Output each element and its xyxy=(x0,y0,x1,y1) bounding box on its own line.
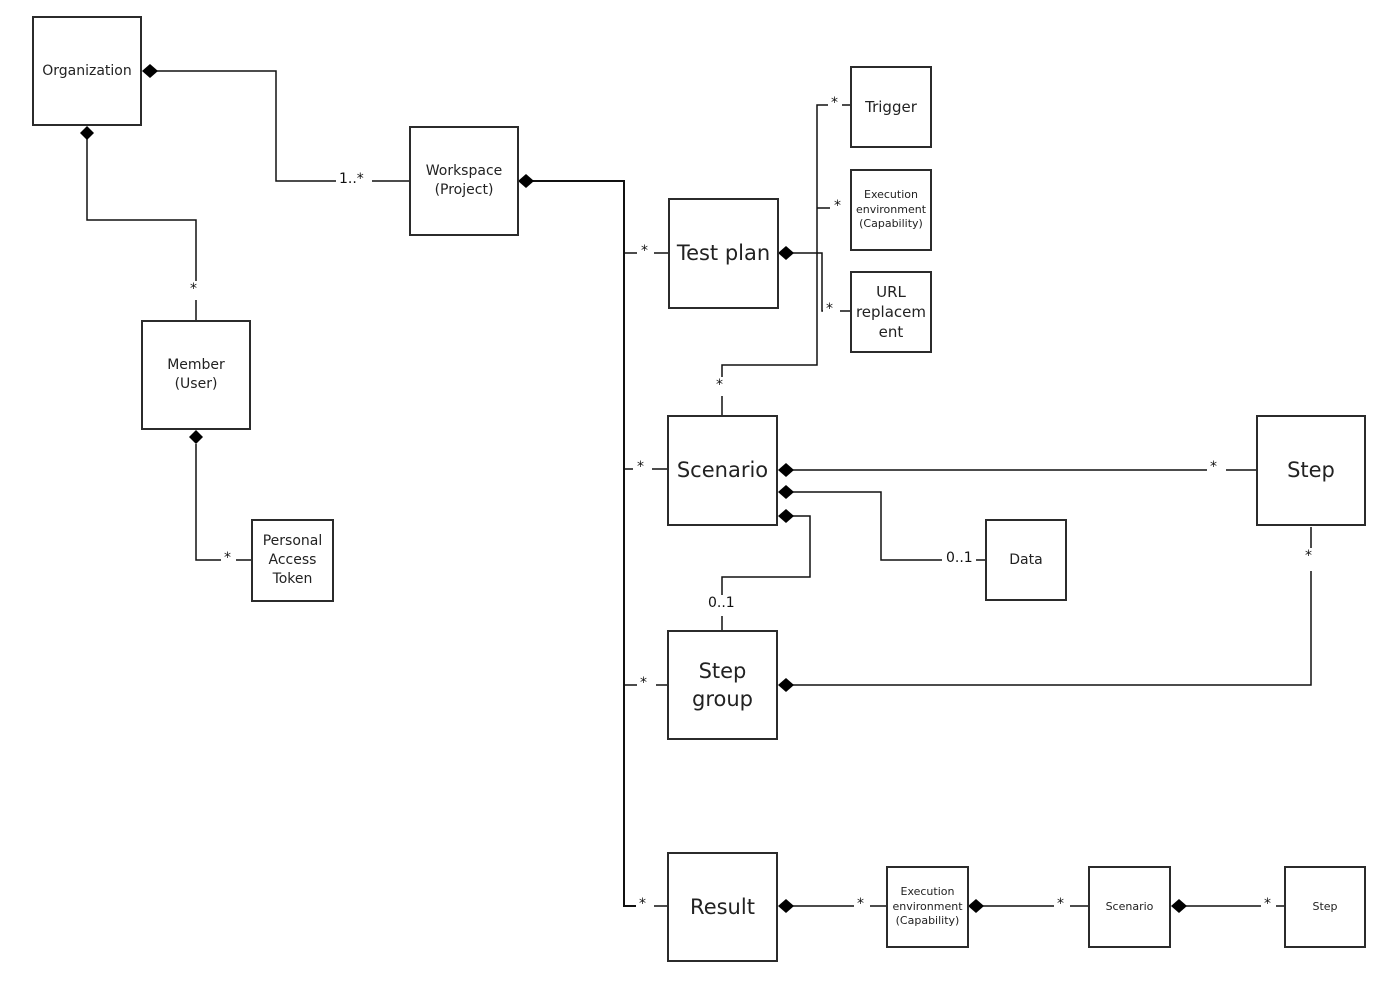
multiplicity-execenv-scenario: * xyxy=(1054,896,1067,912)
entity-test-plan[interactable]: Test plan xyxy=(668,198,779,309)
multiplicity-ws-testplan: * xyxy=(638,243,651,259)
connector-member-pat xyxy=(195,444,222,561)
entity-data[interactable]: Data xyxy=(985,519,1067,601)
multiplicity-scenario-stepgroup: 0..1 xyxy=(705,595,738,611)
composition-diamond-icon xyxy=(142,64,158,78)
multiplicity-result-execenv: * xyxy=(854,896,867,912)
multiplicity-tp-scenario: * xyxy=(713,377,726,393)
multiplicity-ws-scenario: * xyxy=(634,459,647,475)
multiplicity-scenario-data: 0..1 xyxy=(943,550,976,566)
multiplicity-ws-result: * xyxy=(636,896,649,912)
entity-trigger[interactable]: Trigger xyxy=(850,66,932,148)
composition-diamond-icon xyxy=(778,463,794,477)
entity-result-step[interactable]: Step xyxy=(1284,866,1366,948)
entity-scenario[interactable]: Scenario xyxy=(667,415,778,526)
composition-diamond-icon xyxy=(778,246,794,260)
connector-workspace-trunk xyxy=(530,180,637,907)
entity-url-replacement[interactable]: URL replacem ent xyxy=(850,271,932,353)
composition-diamond-icon xyxy=(189,430,203,444)
entity-result-execution-environment[interactable]: Execution environment (Capability) xyxy=(886,866,969,948)
entity-organization[interactable]: Organization xyxy=(32,16,142,126)
multiplicity-member-pat: * xyxy=(221,550,234,566)
composition-diamond-icon xyxy=(778,485,794,499)
composition-diamond-icon xyxy=(518,174,534,188)
entity-result[interactable]: Result xyxy=(667,852,778,962)
multiplicity-tp-trigger: * xyxy=(828,95,841,111)
composition-diamond-icon xyxy=(80,126,94,140)
connector-scenario-stepgroup xyxy=(721,515,811,596)
entity-step-group[interactable]: Step group xyxy=(667,630,778,740)
composition-diamond-icon xyxy=(968,899,984,913)
multiplicity-stepgroup-step: * xyxy=(1302,548,1315,564)
entity-workspace[interactable]: Workspace (Project) xyxy=(409,126,519,236)
multiplicity-scenario-step-result: * xyxy=(1261,896,1274,912)
multiplicity-ws-stepgroup: * xyxy=(637,675,650,691)
entity-execution-environment[interactable]: Execution environment (Capability) xyxy=(850,169,932,251)
multiplicity-org-workspace: 1..* xyxy=(336,171,367,187)
composition-diamond-icon xyxy=(778,678,794,692)
entity-personal-access-token[interactable]: Personal Access Token xyxy=(251,519,334,602)
connector-org-member xyxy=(86,134,197,282)
multiplicity-org-member: * xyxy=(187,281,200,297)
connector-org-workspace xyxy=(150,70,338,182)
connector-testplan-children xyxy=(792,104,830,254)
multiplicity-tp-exec-env: * xyxy=(831,198,844,214)
entity-result-scenario[interactable]: Scenario xyxy=(1088,866,1171,948)
composition-diamond-icon xyxy=(778,509,794,523)
entity-member[interactable]: Member (User) xyxy=(141,320,251,430)
connector-scenario-data xyxy=(792,491,942,561)
entity-step[interactable]: Step xyxy=(1256,415,1366,526)
composition-diamond-icon xyxy=(778,899,794,913)
multiplicity-scenario-step: * xyxy=(1207,459,1220,475)
composition-diamond-icon xyxy=(1171,899,1187,913)
multiplicity-tp-url: * xyxy=(823,301,836,317)
